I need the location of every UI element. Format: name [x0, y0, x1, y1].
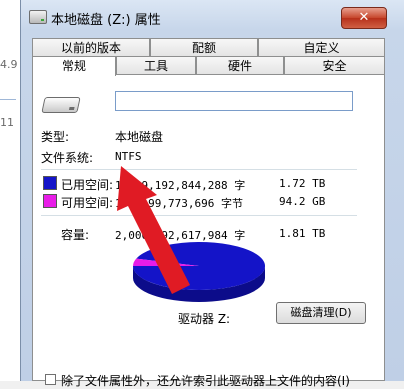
properties-dialog: 本地磁盘 (Z:) 属性 ✕ 以前的版本 配额 自定义 常规 工具 硬件 安全 … [20, 0, 404, 388]
window-title: 本地磁盘 (Z:) 属性 [51, 13, 161, 28]
file-system-label: 文件系统: [41, 151, 94, 165]
title-bar[interactable]: 本地磁盘 (Z:) 属性 ✕ [21, 0, 404, 35]
used-space-size: 1.72 TB [279, 177, 326, 190]
free-space-label: 可用空间: [61, 196, 114, 210]
tab-security[interactable]: 安全 [284, 56, 385, 74]
tab-customize[interactable]: 自定义 [258, 38, 385, 56]
used-space-bytes: 1,899,192,844,288 字 [115, 179, 246, 192]
used-space-label: 已用空间: [61, 178, 114, 192]
drive-letter-label: 驱动器 Z: [178, 312, 231, 326]
file-system-value: NTFS [115, 150, 142, 163]
free-space-swatch [43, 194, 57, 208]
index-checkbox[interactable] [45, 374, 56, 385]
background-text-fragment: 11 [0, 116, 14, 129]
divider [41, 169, 357, 170]
volume-name-input[interactable] [115, 91, 353, 111]
capacity-label: 容量: [61, 228, 90, 242]
tab-quota[interactable]: 配额 [150, 38, 258, 56]
free-space-bytes: 101,199,773,696 字节 [115, 197, 243, 210]
capacity-size: 1.81 TB [279, 227, 326, 240]
free-space-size: 94.2 GB [279, 195, 326, 208]
type-value: 本地磁盘 [115, 130, 164, 144]
hard-drive-icon [41, 97, 81, 113]
disk-usage-pie-chart [133, 242, 265, 302]
close-button[interactable]: ✕ [341, 7, 387, 29]
tab-tools[interactable]: 工具 [116, 56, 196, 74]
type-label: 类型: [41, 130, 70, 144]
tab-general[interactable]: 常规 [32, 56, 116, 76]
disk-cleanup-button[interactable]: 磁盘清理(D) [276, 302, 366, 324]
background-text-fragment: 4.9 [0, 58, 18, 71]
used-space-swatch [43, 176, 57, 190]
drive-icon [29, 10, 47, 24]
general-tab-panel: 类型: 本地磁盘 文件系统: NTFS 已用空间: 1,899,192,844,… [32, 74, 385, 388]
divider [41, 215, 357, 216]
tab-previous-versions[interactable]: 以前的版本 [32, 38, 150, 56]
tab-hardware[interactable]: 硬件 [196, 56, 284, 74]
background-selection-line [0, 99, 16, 100]
